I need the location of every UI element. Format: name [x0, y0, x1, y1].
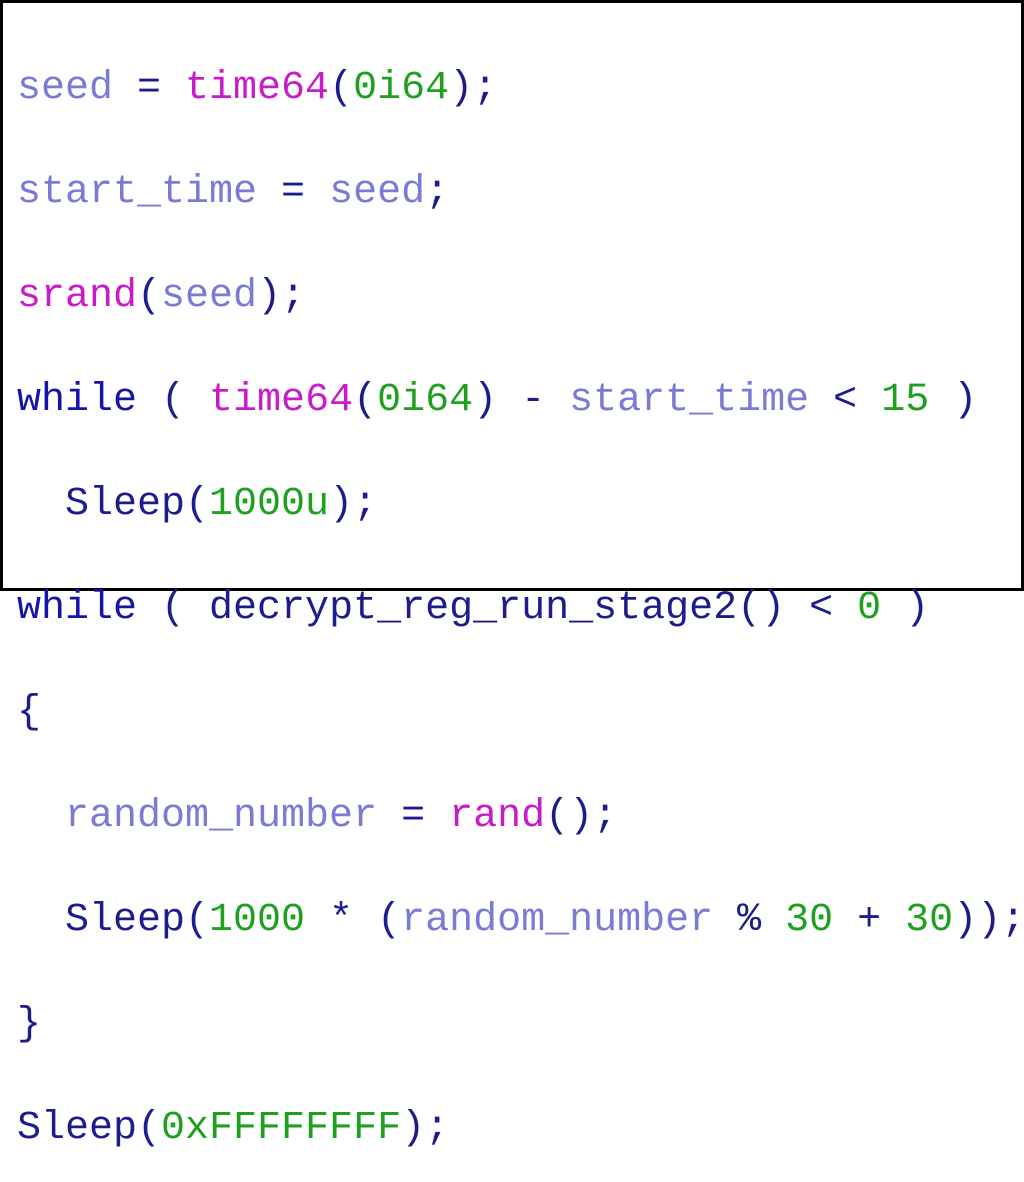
semicolon: ; [425, 170, 449, 215]
literal: 15 [881, 378, 929, 423]
code-block: seed = time64(0i64); start_time = seed; … [0, 0, 1024, 591]
func-time64: time64 [209, 378, 353, 423]
variable-random-number: random_number [65, 794, 377, 839]
code-line-7: { [17, 687, 1007, 739]
variable-start-time: start_time [569, 378, 809, 423]
keyword-while: while [17, 586, 137, 631]
variable-seed: seed [17, 66, 113, 111]
paren: ) [929, 378, 977, 423]
brace: } [17, 1002, 41, 1047]
variable-seed: seed [161, 274, 257, 319]
paren: ) [881, 586, 929, 631]
operator: < [809, 378, 881, 423]
code-line-10: } [17, 999, 1007, 1051]
func-time64: time64 [185, 66, 329, 111]
literal: 0i64 [353, 66, 449, 111]
paren: ( [329, 66, 353, 111]
func-srand: srand [17, 274, 137, 319]
literal: 0i64 [377, 378, 473, 423]
variable-seed: seed [329, 170, 425, 215]
paren: )); [953, 898, 1024, 943]
code-line-8: random_number = rand(); [17, 791, 1007, 843]
literal: 1000 [209, 898, 305, 943]
code-line-9: Sleep(1000 * (random_number % 30 + 30)); [17, 895, 1007, 947]
func-sleep: Sleep( [17, 1106, 161, 1151]
variable-random-number: random_number [401, 898, 713, 943]
paren: ); [329, 482, 377, 527]
code-line-3: srand(seed); [17, 271, 1007, 323]
paren: ( [137, 378, 209, 423]
operator: ) - [473, 378, 569, 423]
operator: % [713, 898, 785, 943]
keyword-while: while [17, 378, 137, 423]
operator: = [257, 170, 329, 215]
paren: ( [137, 274, 161, 319]
paren: ); [449, 66, 497, 111]
operator: + [833, 898, 905, 943]
literal: 1000u [209, 482, 329, 527]
func-sleep: Sleep( [17, 898, 209, 943]
literal: 30 [905, 898, 953, 943]
brace: { [17, 690, 41, 735]
operator: * ( [305, 898, 401, 943]
literal: 0 [857, 586, 881, 631]
func-rand: rand [449, 794, 545, 839]
paren: ); [257, 274, 305, 319]
literal: 0xFFFFFFFF [161, 1106, 401, 1151]
func-sleep: Sleep( [17, 482, 209, 527]
variable-start-time: start_time [17, 170, 257, 215]
indent [17, 794, 65, 839]
paren: ( [353, 378, 377, 423]
code-line-11: Sleep(0xFFFFFFFF); [17, 1103, 1007, 1155]
paren: ); [401, 1106, 449, 1151]
paren: (); [545, 794, 617, 839]
code-line-4: while ( time64(0i64) - start_time < 15 ) [17, 375, 1007, 427]
code-line-2: start_time = seed; [17, 167, 1007, 219]
operator: = [377, 794, 449, 839]
code-line-5: Sleep(1000u); [17, 479, 1007, 531]
literal: 30 [785, 898, 833, 943]
operator: = [113, 66, 185, 111]
func-decrypt: ( decrypt_reg_run_stage2() < [137, 586, 857, 631]
code-line-1: seed = time64(0i64); [17, 63, 1007, 115]
